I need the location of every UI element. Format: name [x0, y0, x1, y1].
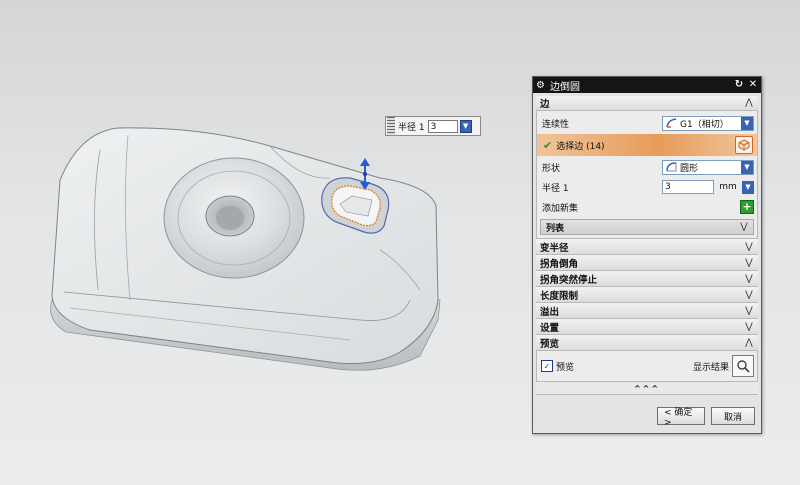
cancel-button[interactable]: 取消 — [711, 407, 755, 425]
ok-button[interactable]: < 确定 > — [657, 407, 705, 428]
magnifier-icon — [737, 360, 750, 373]
chevron-up-icon[interactable]: ⋀ — [743, 337, 755, 349]
floating-radius-label: 半径 1 — [398, 122, 425, 133]
shape-select[interactable]: 圆形 ▼ — [662, 159, 754, 175]
tangent-curve-icon — [665, 118, 677, 129]
chevron-down-icon[interactable]: ⋁ — [743, 257, 755, 269]
section-edge-title: 边 — [540, 99, 550, 110]
dialog-titlebar[interactable]: ⚙ 边倒圆 ↻ ✕ — [533, 77, 761, 93]
drag-grip-icon[interactable] — [387, 117, 395, 135]
reset-icon[interactable]: ↻ — [733, 79, 745, 91]
circular-shape-icon — [665, 162, 677, 173]
list-header[interactable]: 列表 ⋁ — [540, 219, 754, 235]
section-overflow[interactable]: 溢出 ⋁ — [536, 303, 758, 319]
continuity-select[interactable]: G1（相切） ▼ — [662, 115, 754, 131]
preview-checkbox-label: 预览 — [556, 362, 575, 373]
dialog-title: 边倒圆 — [550, 81, 580, 93]
section-edge-panel: 连续性 G1（相切） ▼ ✔ 选择边 (14) 形状 圆形 ▼ 半径 1 3 m… — [536, 111, 758, 239]
chevron-up-icon[interactable]: ⋀ — [743, 97, 755, 109]
section-length-limit[interactable]: 长度限制 ⋁ — [536, 287, 758, 303]
show-result-button[interactable] — [732, 355, 754, 377]
radius-input[interactable]: 3 — [662, 180, 714, 194]
add-set-plus-icon[interactable]: + — [740, 200, 754, 214]
radius-label: 半径 1 — [542, 183, 569, 194]
part-body — [50, 127, 441, 371]
checkbox-check-icon[interactable]: ✓ — [541, 360, 553, 372]
edge-select-cube-icon[interactable] — [735, 136, 753, 154]
chevron-down-icon[interactable]: ⋁ — [743, 289, 755, 301]
edge-blend-dialog: ⚙ 边倒圆 ↻ ✕ 边 ⋀ 连续性 G1（相切） ▼ ✔ 选择边 (14) 形状… — [532, 76, 762, 434]
gear-icon[interactable]: ⚙ — [535, 80, 546, 91]
section-title: 拐角突然停止 — [540, 274, 598, 286]
chevron-down-icon[interactable]: ⋁ — [738, 221, 750, 233]
section-title: 设置 — [540, 322, 560, 334]
section-settings[interactable]: 设置 ⋁ — [536, 319, 758, 335]
chevron-down-icon[interactable]: ▼ — [741, 116, 753, 130]
section-preview-header[interactable]: 预览 ⋀ — [536, 335, 758, 351]
section-preview-title: 预览 — [540, 338, 560, 350]
select-edge-row[interactable]: ✔ 选择边 (14) — [537, 134, 757, 156]
section-stop-short-of-corner[interactable]: 拐角突然停止 ⋁ — [536, 271, 758, 287]
show-result-label: 显示结果 — [692, 362, 729, 373]
floating-radius-value[interactable]: 3 — [427, 119, 458, 133]
dropdown-arrow-icon[interactable]: ▼ — [459, 119, 472, 133]
section-variable-radius[interactable]: 变半径 ⋁ — [536, 239, 758, 255]
chevron-down-icon[interactable]: ⋁ — [743, 241, 755, 253]
floating-radius-input[interactable]: 半径 1 3 ▼ — [385, 116, 481, 136]
close-icon[interactable]: ✕ — [747, 79, 759, 91]
more-options-arrows-icon: ^^^ — [633, 383, 661, 393]
section-title: 拐角倒角 — [540, 258, 579, 270]
section-edge-header[interactable]: 边 ⋀ — [536, 96, 758, 111]
radius-dropdown-icon[interactable]: ▼ — [742, 180, 754, 194]
section-corner-setback[interactable]: 拐角倒角 ⋁ — [536, 255, 758, 271]
continuity-value: G1（相切） — [680, 119, 729, 130]
preview-checkbox[interactable]: ✓ 预览 — [541, 360, 574, 373]
radius-unit: mm — [719, 182, 737, 192]
chevron-down-icon[interactable]: ⋁ — [743, 305, 755, 317]
list-label: 列表 — [546, 223, 565, 234]
chevron-down-icon[interactable]: ⋁ — [743, 321, 755, 333]
chevron-down-icon[interactable]: ⋁ — [743, 273, 755, 285]
section-title: 溢出 — [540, 306, 560, 318]
section-preview-panel: ✓ 预览 显示结果 — [536, 351, 758, 382]
section-title: 变半径 — [540, 242, 569, 254]
shape-label: 形状 — [542, 163, 561, 174]
check-icon: ✔ — [543, 138, 553, 152]
section-title: 长度限制 — [540, 290, 579, 302]
shape-value: 圆形 — [680, 163, 699, 174]
add-new-set-label: 添加新集 — [542, 203, 579, 214]
more-options-bar[interactable]: ^^^ — [536, 382, 758, 395]
select-edge-label: 选择边 (14) — [556, 141, 605, 152]
continuity-label: 连续性 — [542, 119, 570, 130]
chevron-down-icon[interactable]: ▼ — [741, 160, 753, 174]
